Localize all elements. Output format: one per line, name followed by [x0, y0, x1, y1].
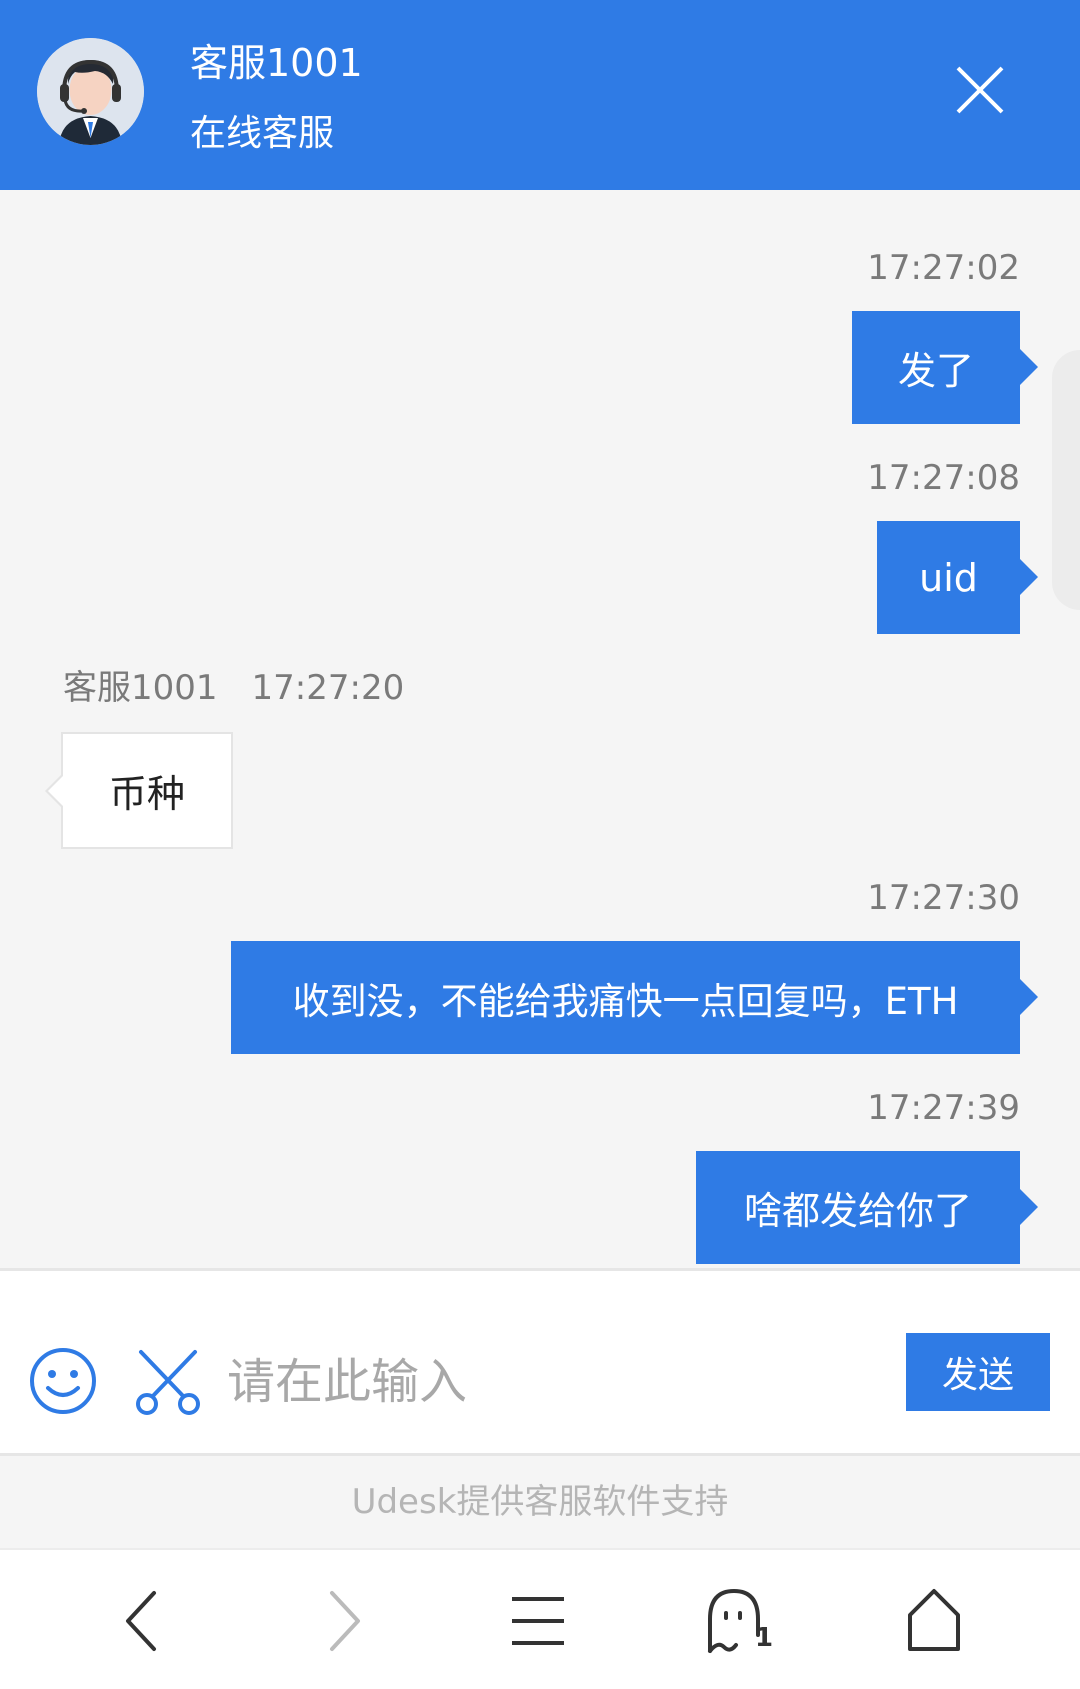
outgoing-message: 发了 [852, 311, 1038, 424]
message-timestamp: 17:27:02 [867, 248, 1020, 288]
tabs-count: 1 [755, 1623, 774, 1653]
smiley-icon[interactable] [28, 1346, 98, 1416]
message-timestamp: 17:27:08 [867, 458, 1020, 498]
outgoing-message: 收到没，不能给我痛快一点回复吗，ETH [231, 941, 1038, 1054]
chevron-left-icon[interactable] [108, 1585, 180, 1657]
ghost-tabs-icon[interactable]: 1 [700, 1585, 780, 1657]
message-list[interactable]: 17:27:02 发了 17:27:08 uid 客服1001 17:27:20 … [0, 190, 1080, 1268]
message-input[interactable] [225, 1341, 879, 1423]
home-icon[interactable] [898, 1585, 970, 1657]
message-timestamp: 17:27:20 [251, 668, 405, 708]
input-bar: 发送 [0, 1268, 1080, 1456]
agent-status: 在线客服 [190, 113, 335, 154]
incoming-message: 币种 [45, 732, 233, 849]
scroll-handle[interactable] [1052, 350, 1080, 610]
send-button[interactable]: 发送 [906, 1333, 1050, 1411]
menu-icon[interactable] [502, 1585, 574, 1657]
outgoing-message: 啥都发给你了 [696, 1151, 1038, 1264]
browser-nav-bar: 1 [0, 1548, 1080, 1689]
incoming-sender: 客服1001 [63, 668, 218, 708]
message-timestamp: 17:27:30 [867, 878, 1020, 918]
close-icon[interactable] [950, 60, 1010, 120]
agent-avatar [37, 38, 144, 145]
chevron-right-icon[interactable] [306, 1585, 378, 1657]
outgoing-message: uid [877, 521, 1038, 634]
chat-header: 客服1001 在线客服 [0, 0, 1080, 190]
agent-name: 客服1001 [190, 41, 363, 85]
scissors-icon[interactable] [133, 1346, 203, 1416]
message-timestamp: 17:27:39 [867, 1088, 1020, 1128]
incoming-message-meta: 客服1001 17:27:20 [63, 668, 404, 708]
powered-by-text: Udesk提供客服软件支持 [0, 1456, 1080, 1548]
